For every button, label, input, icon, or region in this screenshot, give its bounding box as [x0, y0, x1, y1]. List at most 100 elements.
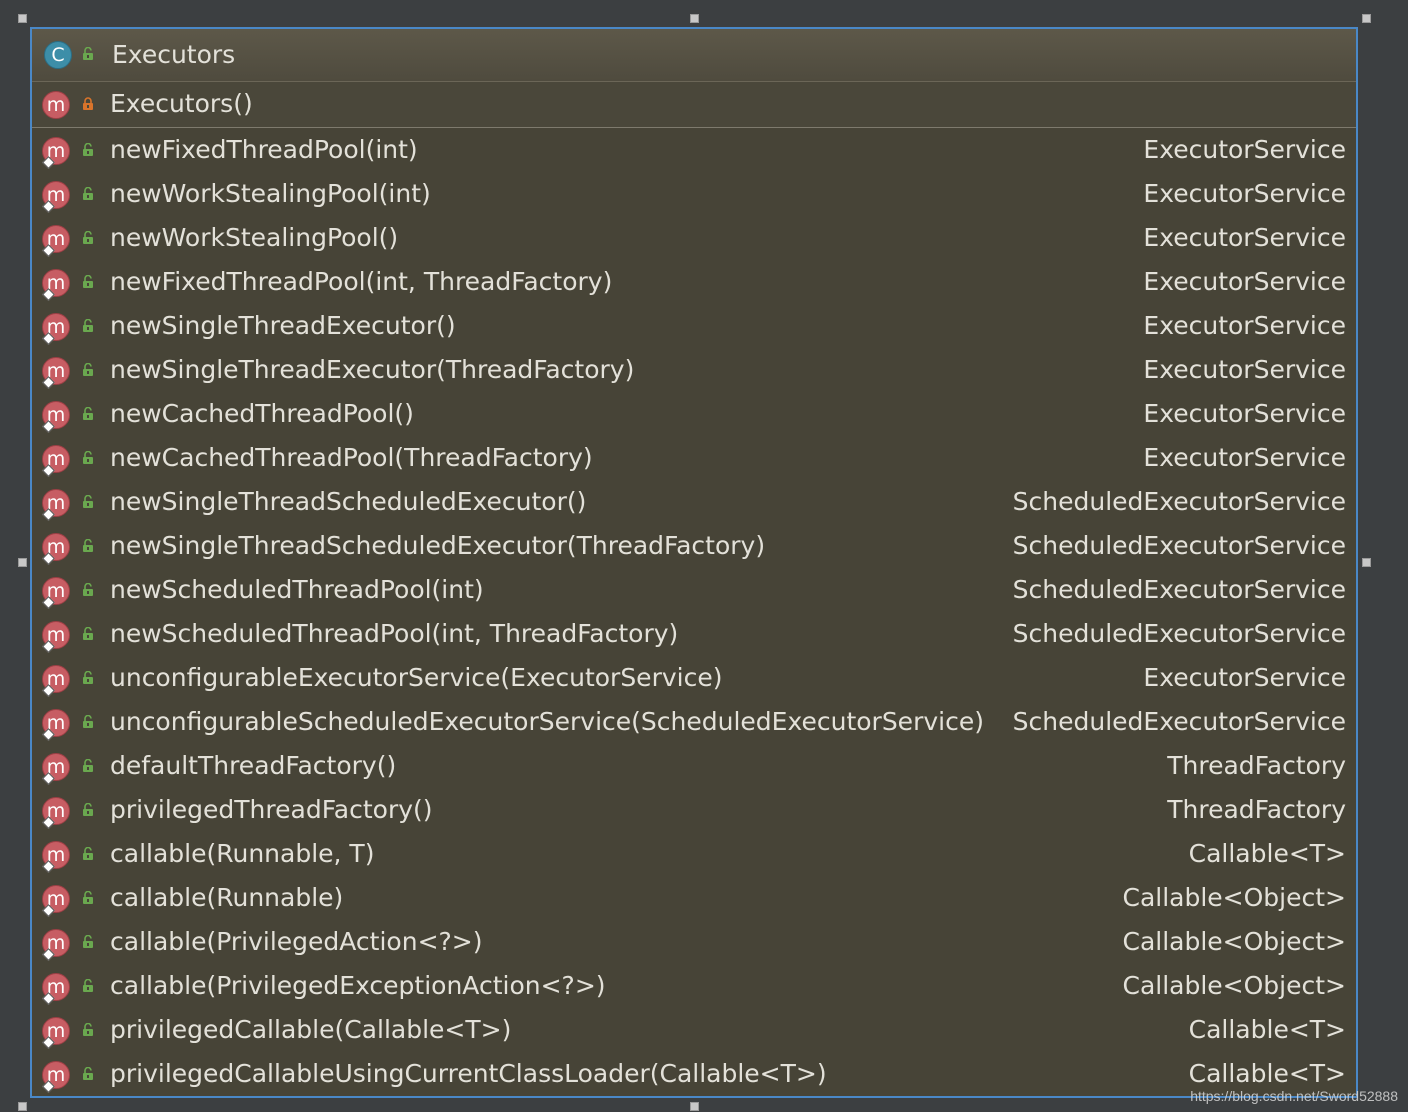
method-row[interactable]: m newScheduledThreadPool(int, ThreadFacto… [32, 612, 1356, 656]
public-lock-icon [83, 1067, 93, 1080]
public-lock-icon [83, 583, 93, 596]
method-row[interactable]: m callable(Runnable) Callable<Object> [32, 876, 1356, 920]
method-name: privilegedCallable(Callable<T>) [110, 1015, 512, 1044]
method-return-type: Callable<Object> [1122, 927, 1347, 956]
method-return-type: ThreadFactory [1167, 795, 1346, 824]
public-lock-icon [83, 495, 93, 508]
method-row[interactable]: m newSingleThreadExecutor(ThreadFactory) E… [32, 348, 1356, 392]
method-return-type: ExecutorService [1143, 135, 1346, 164]
method-list: m newFixedThreadPool(int) ExecutorService m… [32, 128, 1356, 1096]
resize-handle-top-right[interactable] [1362, 14, 1371, 23]
method-row[interactable]: m newCachedThreadPool(ThreadFactory) Execu… [32, 436, 1356, 480]
method-return-type: Callable<Object> [1122, 971, 1347, 1000]
public-lock-icon [83, 715, 93, 728]
public-lock-icon [83, 671, 93, 684]
method-return-type: ScheduledExecutorService [1012, 487, 1346, 516]
public-lock-icon [83, 847, 93, 860]
public-lock-icon [83, 451, 93, 464]
public-lock-icon [83, 1023, 93, 1036]
method-return-type: ThreadFactory [1167, 751, 1346, 780]
method-row[interactable]: m newWorkStealingPool() ExecutorService [32, 216, 1356, 260]
method-name: newSingleThreadExecutor() [110, 311, 456, 340]
public-lock-icon [83, 275, 93, 288]
method-return-type: ExecutorService [1143, 399, 1346, 428]
public-lock-icon [83, 363, 93, 376]
method-name: newFixedThreadPool(int) [110, 135, 418, 164]
public-lock-icon [83, 231, 93, 244]
resize-handle-bottom-center[interactable] [690, 1102, 699, 1111]
public-lock-icon [83, 47, 93, 60]
method-name: newCachedThreadPool() [110, 399, 414, 428]
method-name: defaultThreadFactory() [110, 751, 397, 780]
method-row[interactable]: m unconfigurableScheduledExecutorService(… [32, 700, 1356, 744]
public-lock-icon [83, 627, 93, 640]
method-return-type: ExecutorService [1143, 663, 1346, 692]
method-return-type: ExecutorService [1143, 267, 1346, 296]
method-name: newWorkStealingPool(int) [110, 179, 431, 208]
method-row[interactable]: m newFixedThreadPool(int) ExecutorService [32, 128, 1356, 172]
method-row[interactable]: m callable(PrivilegedExceptionAction<?>) C… [32, 964, 1356, 1008]
method-return-type: ExecutorService [1143, 179, 1346, 208]
method-icon: m [42, 91, 70, 119]
public-lock-icon [83, 539, 93, 552]
private-lock-icon [83, 97, 93, 110]
class-type-icon: C [44, 41, 72, 69]
method-row[interactable]: m privilegedCallable(Callable<T>) Callable… [32, 1008, 1356, 1052]
method-return-type: Callable<T> [1188, 839, 1346, 868]
method-row[interactable]: m callable(Runnable, T) Callable<T> [32, 832, 1356, 876]
method-return-type: ScheduledExecutorService [1012, 619, 1346, 648]
method-row[interactable]: m newFixedThreadPool(int, ThreadFactory) E… [32, 260, 1356, 304]
method-return-type: ExecutorService [1143, 443, 1346, 472]
uml-class-node[interactable]: C Executors m Executors() m newFixedThrea… [30, 27, 1358, 1098]
method-row[interactable]: m callable(PrivilegedAction<?>) Callable<O… [32, 920, 1356, 964]
public-lock-icon [83, 759, 93, 772]
method-row[interactable]: m newSingleThreadExecutor() ExecutorServic… [32, 304, 1356, 348]
method-return-type: Callable<Object> [1122, 883, 1347, 912]
method-return-type: ExecutorService [1143, 311, 1346, 340]
class-header[interactable]: C Executors [32, 29, 1356, 82]
method-name: callable(PrivilegedAction<?>) [110, 927, 483, 956]
public-lock-icon [83, 143, 93, 156]
method-return-type: ScheduledExecutorService [1012, 531, 1346, 560]
method-row[interactable]: m newCachedThreadPool() ExecutorService [32, 392, 1356, 436]
method-name: newCachedThreadPool(ThreadFactory) [110, 443, 593, 472]
constructor-row[interactable]: m Executors() [32, 82, 1356, 128]
method-row[interactable]: m newSingleThreadScheduledExecutor(Thread… [32, 524, 1356, 568]
method-name: unconfigurableExecutorService(ExecutorSe… [110, 663, 723, 692]
method-name: newScheduledThreadPool(int, ThreadFactor… [110, 619, 679, 648]
method-row[interactable]: m privilegedThreadFactory() ThreadFactory [32, 788, 1356, 832]
method-return-type: ExecutorService [1143, 223, 1346, 252]
method-name: newFixedThreadPool(int, ThreadFactory) [110, 267, 613, 296]
method-row[interactable]: m newWorkStealingPool(int) ExecutorService [32, 172, 1356, 216]
public-lock-icon [83, 319, 93, 332]
method-name: privilegedCallableUsingCurrentClassLoade… [110, 1059, 827, 1088]
method-row[interactable]: m privilegedCallableUsingCurrentClassLoad… [32, 1052, 1356, 1096]
resize-handle-middle-left[interactable] [18, 558, 27, 567]
public-lock-icon [83, 407, 93, 420]
method-name: newSingleThreadScheduledExecutor(ThreadF… [110, 531, 766, 560]
method-return-type: ExecutorService [1143, 355, 1346, 384]
method-name: newSingleThreadScheduledExecutor() [110, 487, 587, 516]
method-row[interactable]: m newScheduledThreadPool(int) ScheduledExe… [32, 568, 1356, 612]
resize-handle-bottom-left[interactable] [18, 1102, 27, 1111]
method-row[interactable]: m defaultThreadFactory() ThreadFactory [32, 744, 1356, 788]
resize-handle-top-left[interactable] [18, 14, 27, 23]
method-name: callable(PrivilegedExceptionAction<?>) [110, 971, 606, 1000]
method-row[interactable]: m unconfigurableExecutorService(ExecutorS… [32, 656, 1356, 700]
class-title: Executors [112, 40, 236, 69]
public-lock-icon [83, 891, 93, 904]
method-name: unconfigurableScheduledExecutorService(S… [110, 707, 984, 736]
public-lock-icon [83, 979, 93, 992]
method-return-type: Callable<T> [1188, 1059, 1346, 1088]
resize-handle-middle-right[interactable] [1362, 558, 1371, 567]
method-name: privilegedThreadFactory() [110, 795, 433, 824]
resize-handle-top-center[interactable] [690, 14, 699, 23]
method-name: callable(Runnable) [110, 883, 344, 912]
constructor-name: Executors() [110, 89, 253, 118]
method-row[interactable]: m newSingleThreadScheduledExecutor() Sched… [32, 480, 1356, 524]
method-return-type: Callable<T> [1188, 1015, 1346, 1044]
public-lock-icon [83, 803, 93, 816]
method-name: callable(Runnable, T) [110, 839, 375, 868]
method-name: newWorkStealingPool() [110, 223, 399, 252]
method-name: newScheduledThreadPool(int) [110, 575, 484, 604]
